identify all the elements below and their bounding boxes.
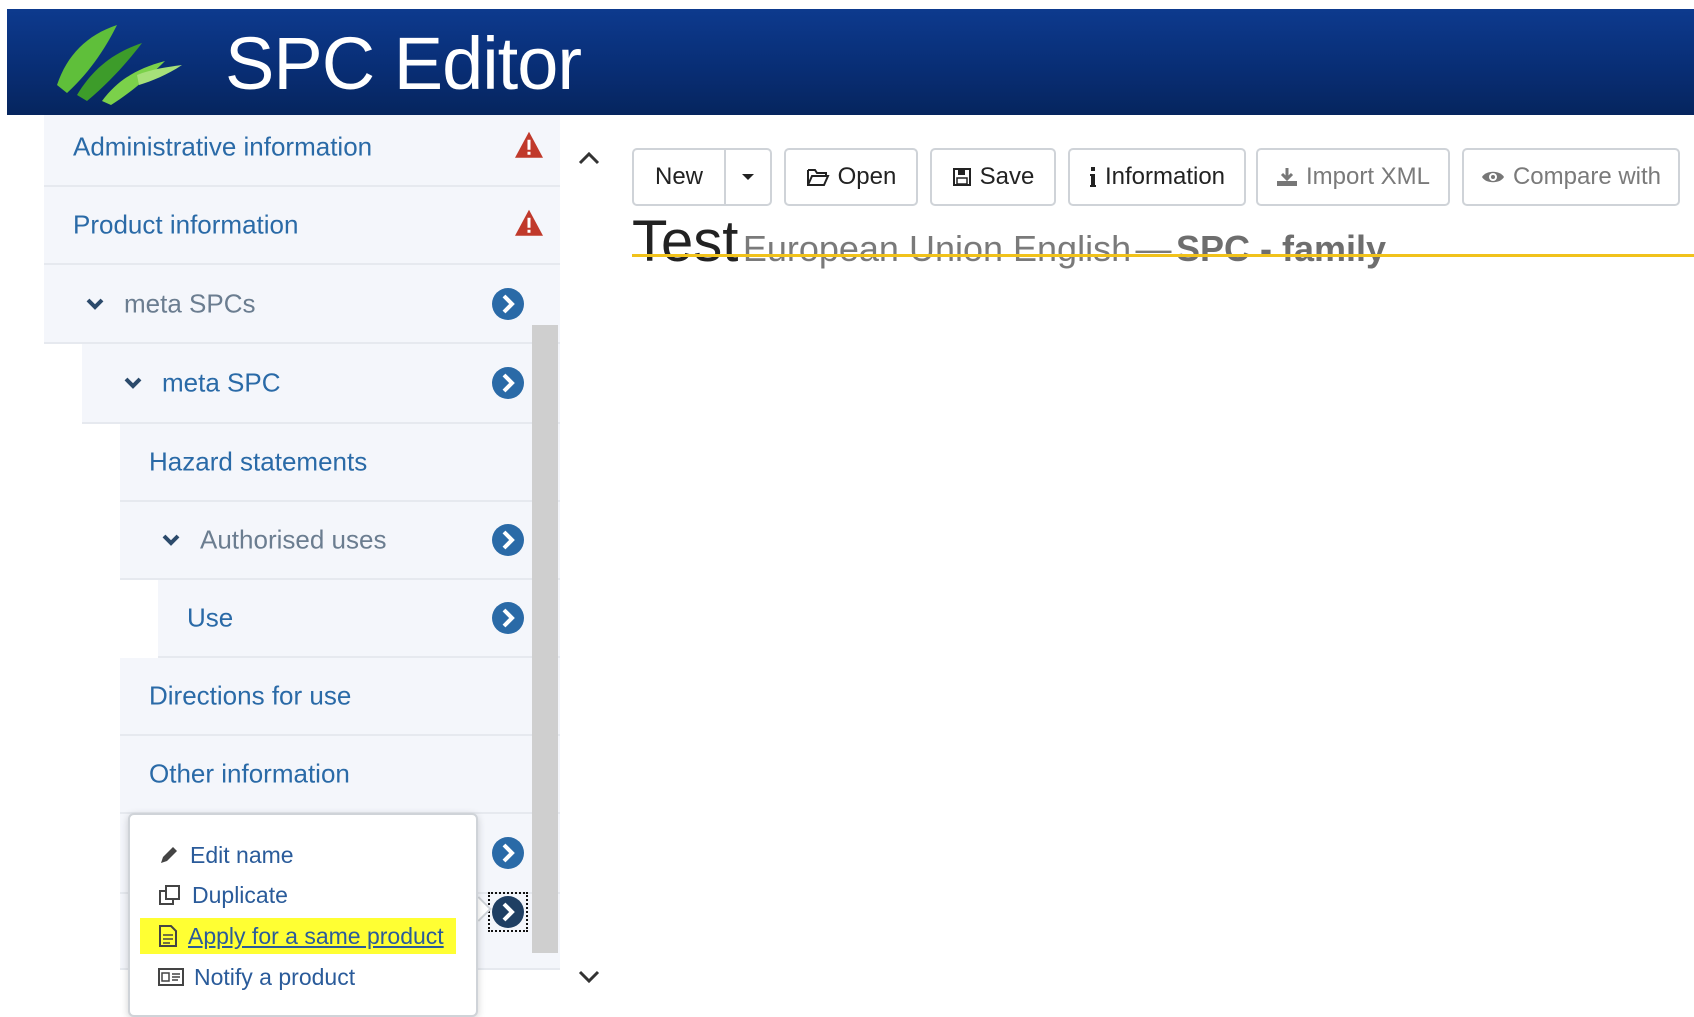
sidebar-item-label: Directions for use (149, 680, 352, 711)
app-header: SPC Editor (7, 9, 1694, 115)
id-card-icon (158, 968, 184, 986)
scroll-down-icon[interactable] (574, 962, 604, 992)
sidebar-item-label: Authorised uses (200, 524, 387, 555)
import-xml-button[interactable]: Import XML (1256, 148, 1450, 206)
chevron-down-icon[interactable] (84, 293, 106, 315)
sidebar-item-label: Administrative information (73, 131, 373, 162)
open-button[interactable]: Open (784, 148, 918, 206)
menu-item-edit-name[interactable]: Edit name (158, 837, 294, 873)
sidebar-item-product-information[interactable]: Product information (44, 187, 560, 265)
sidebar-item-other-information[interactable]: Other information (120, 736, 560, 814)
info-icon (1089, 167, 1096, 187)
chevron-down-icon[interactable] (160, 529, 182, 551)
menu-item-label: Notify a product (194, 963, 356, 990)
app-title: SPC Editor (225, 22, 582, 105)
menu-item-label: Duplicate (192, 881, 288, 908)
import-icon (1276, 168, 1297, 186)
context-menu: Edit name Duplicate Apply for a same pro… (128, 813, 478, 1017)
sidebar-item-label: Use (187, 602, 234, 633)
compare-with-button-label: Compare with (1512, 163, 1662, 190)
pencil-icon (161, 847, 177, 863)
sidebar-item-label: meta SPC (162, 367, 281, 398)
menu-item-label: Edit name (190, 841, 294, 868)
floppy-disk-icon (952, 168, 971, 186)
sidebar-item-label: meta SPCs (124, 288, 256, 318)
chevron-right-circle-icon[interactable] (492, 287, 524, 320)
open-button-label: Open (837, 163, 897, 190)
document-type: SPC - family (1176, 228, 1387, 269)
menu-item-duplicate[interactable]: Duplicate (158, 877, 288, 913)
menu-item-notify-product[interactable]: Notify a product (158, 959, 355, 995)
chevron-right-circle-icon[interactable] (492, 524, 524, 556)
sidebar-item-use[interactable]: Use (158, 580, 560, 658)
information-button[interactable]: Information (1068, 148, 1246, 206)
new-dropdown-button[interactable] (724, 148, 772, 206)
sidebar-item-administrative-information[interactable]: Administrative information (44, 115, 560, 187)
duplicate-icon (159, 885, 180, 905)
save-button[interactable]: Save (930, 148, 1056, 206)
sidebar-item-meta-spcs[interactable]: meta SPCs (44, 265, 560, 344)
chevron-right-circle-icon[interactable] (492, 837, 524, 869)
sidebar-item-meta-spc[interactable]: meta SPC (82, 344, 560, 424)
title-underline (632, 254, 1694, 257)
import-xml-button-label: Import XML (1305, 163, 1431, 190)
document-title: Test European Union English — SPC - fami… (632, 208, 1386, 275)
compare-with-button[interactable]: Compare with (1462, 148, 1680, 206)
chevron-right-circle-icon[interactable] (492, 602, 524, 634)
sidebar-item-authorised-uses[interactable]: Authorised uses (120, 502, 560, 580)
chevron-down-icon[interactable] (122, 372, 144, 394)
leaf-logo-icon (57, 25, 182, 105)
document-language: European Union English (742, 228, 1132, 269)
warning-icon (515, 131, 543, 158)
caret-down-icon (742, 174, 754, 180)
chevron-right-circle-icon[interactable] (492, 367, 524, 399)
chevron-right-circle-icon[interactable] (488, 892, 528, 932)
sidebar-item-label: Product information (73, 209, 299, 240)
sidebar-item-directions-for-use[interactable]: Directions for use (120, 658, 560, 736)
information-button-label: Information (1104, 163, 1226, 190)
new-button[interactable]: New (632, 148, 726, 206)
sidebar-item-label: Hazard statements (149, 446, 368, 477)
sidebar-item-hazard-statements[interactable]: Hazard statements (120, 424, 560, 502)
sidebar-item-label: Other information (149, 758, 350, 789)
menu-item-label: Apply for a same product (188, 922, 444, 949)
scroll-up-icon[interactable] (574, 143, 604, 173)
warning-icon (515, 209, 543, 236)
sidebar-scrollbar[interactable] (532, 325, 558, 953)
eye-icon (1481, 171, 1504, 183)
document-name: Test (632, 209, 739, 274)
folder-open-icon (806, 169, 830, 186)
document-icon (159, 925, 177, 947)
menu-item-apply-same-product[interactable]: Apply for a same product (140, 918, 456, 954)
document-dash: — (1135, 228, 1172, 269)
new-button-label: New (654, 163, 703, 190)
save-button-label: Save (979, 163, 1035, 190)
